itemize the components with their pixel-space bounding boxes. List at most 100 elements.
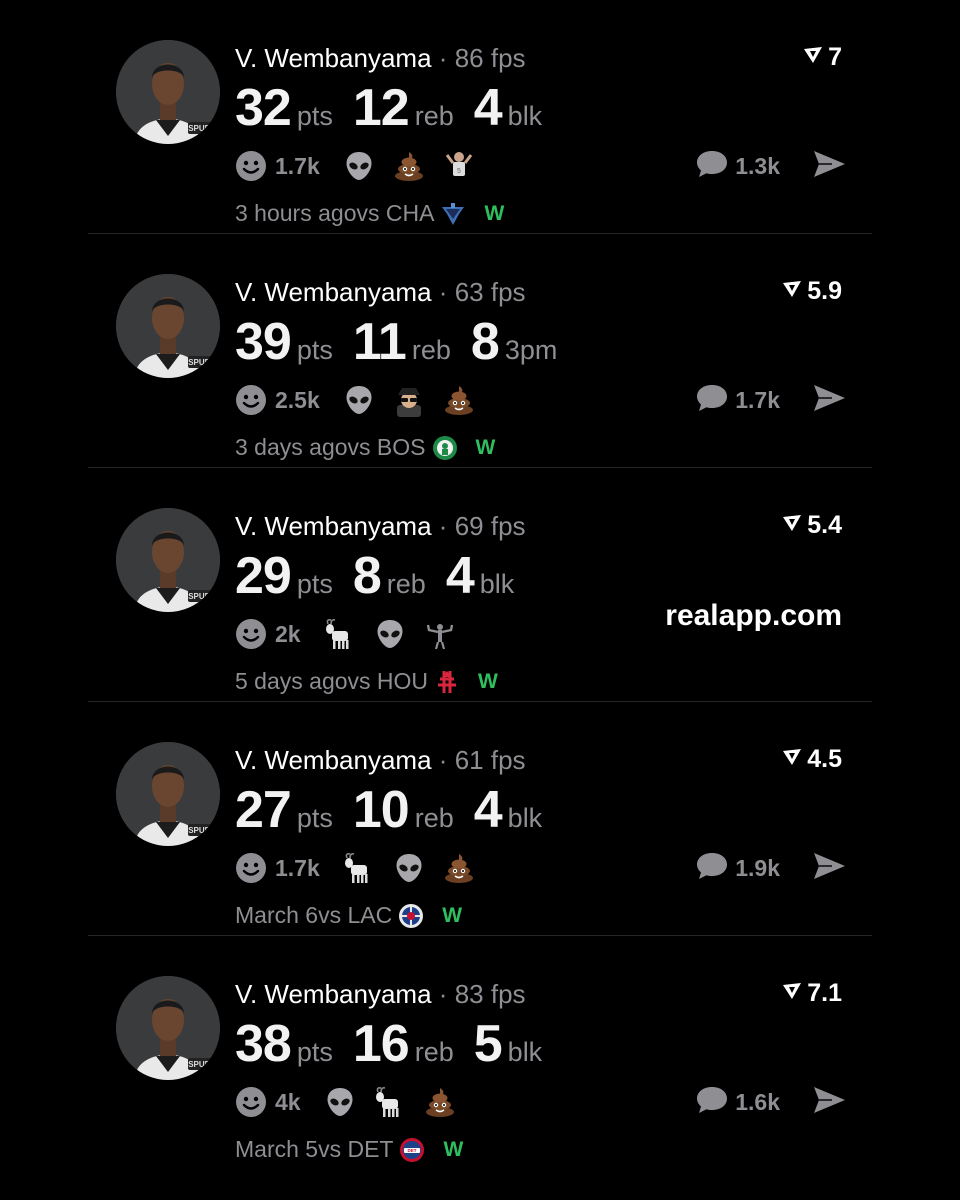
game-result: W xyxy=(443,1137,464,1161)
separator-dot: · xyxy=(438,745,448,775)
svg-text:SPURS: SPURS xyxy=(188,1060,216,1069)
game-meta: 3 hours ago vs CHA W xyxy=(235,200,504,227)
stat-value: 32 xyxy=(235,79,292,137)
comment-count[interactable]: 1.7k xyxy=(735,387,780,414)
stat-line: 29 pts 8 reb 4 blk xyxy=(235,546,534,606)
goat-emoji[interactable] xyxy=(342,851,376,885)
alien-emoji[interactable] xyxy=(323,1085,357,1119)
player-name[interactable]: V. Wembanyama xyxy=(235,43,432,73)
player-avatar[interactable]: SPURS xyxy=(116,274,220,378)
reaction-count[interactable]: 1.7k xyxy=(275,153,320,180)
game-result: W xyxy=(484,201,505,225)
post-time: 3 hours ago xyxy=(235,200,357,226)
stat-item: 8 reb xyxy=(353,546,426,606)
stat-item: 10 reb xyxy=(353,780,454,840)
add-reaction-icon[interactable] xyxy=(235,852,267,884)
add-reaction-icon[interactable] xyxy=(235,618,267,650)
stat-item: 39 pts xyxy=(235,312,333,372)
stat-value: 5 xyxy=(473,1015,503,1073)
player-name[interactable]: V. Wembanyama xyxy=(235,979,432,1009)
alien-emoji[interactable] xyxy=(342,383,376,417)
post-card[interactable]: SPURS V. Wembanyama · 63 fps 5.9 39 pts 11 re… xyxy=(88,234,872,468)
vote-score-value: 5.9 xyxy=(807,277,842,305)
player-avatar[interactable]: SPURS xyxy=(116,742,220,846)
comment-count[interactable]: 1.9k xyxy=(735,855,780,882)
alien-emoji[interactable] xyxy=(342,149,376,183)
stat-unit: pts xyxy=(296,569,333,599)
comment-icon[interactable] xyxy=(695,851,729,886)
stat-unit: blk xyxy=(507,1037,543,1067)
stat-item: 4 blk xyxy=(474,78,542,138)
vote-score[interactable]: 4.5 xyxy=(781,745,842,774)
stat-value: 38 xyxy=(235,1015,292,1073)
opponent: vs BOS xyxy=(347,434,426,460)
post-card[interactable]: SPURS V. Wembanyama · 83 fps 7.1 38 pts 16 re… xyxy=(88,936,872,1170)
goat-emoji[interactable] xyxy=(373,1085,407,1119)
comment-count[interactable]: 1.6k xyxy=(735,1089,780,1116)
stat-line: 32 pts 12 reb 4 blk xyxy=(235,78,562,138)
reactions-bar: 4k xyxy=(235,1085,473,1119)
game-result: W xyxy=(442,903,463,927)
post-card[interactable]: SPURS V. Wembanyama · 69 fps 5.4 29 pts 8 reb… xyxy=(88,468,872,702)
poop-emoji[interactable] xyxy=(442,383,476,417)
share-icon[interactable] xyxy=(812,1085,846,1120)
comment-share-group: 1.6k xyxy=(695,1085,846,1120)
post-time: March 5 xyxy=(235,1136,319,1162)
post-card[interactable]: SPURS V. Wembanyama · 86 fps 7 32 pts 12 reb 4… xyxy=(88,0,872,234)
reaction-count[interactable]: 2k xyxy=(275,621,301,648)
player-name[interactable]: V. Wembanyama xyxy=(235,277,432,307)
alien-emoji[interactable] xyxy=(392,851,426,885)
comment-icon[interactable] xyxy=(695,1085,729,1120)
svg-text:SPURS: SPURS xyxy=(188,826,216,835)
reaction-count[interactable]: 4k xyxy=(275,1089,301,1116)
comment-icon[interactable] xyxy=(695,383,729,418)
post-card[interactable]: SPURS V. Wembanyama · 61 fps 4.5 27 pts 10 re… xyxy=(88,702,872,936)
reactions-bar: 2.5k xyxy=(235,383,492,417)
promo-link[interactable]: realapp.com xyxy=(665,599,842,633)
stat-value: 4 xyxy=(473,781,503,839)
poop-emoji[interactable] xyxy=(423,1085,457,1119)
reaction-count[interactable]: 2.5k xyxy=(275,387,320,414)
reactions-bar: 2k xyxy=(235,617,473,651)
stat-unit: pts xyxy=(296,803,333,833)
poop-emoji[interactable] xyxy=(392,149,426,183)
vote-score[interactable]: 5.4 xyxy=(781,511,842,540)
share-icon[interactable] xyxy=(812,851,846,886)
player-emoji[interactable]: 5 xyxy=(442,149,476,183)
add-reaction-icon[interactable] xyxy=(235,1086,267,1118)
share-icon[interactable] xyxy=(812,149,846,184)
add-reaction-icon[interactable] xyxy=(235,150,267,182)
poop-emoji[interactable] xyxy=(442,851,476,885)
post-header: V. Wembanyama · 86 fps xyxy=(235,43,526,74)
flex-emoji[interactable] xyxy=(423,617,457,651)
alien-emoji[interactable] xyxy=(373,617,407,651)
reaction-count[interactable]: 1.7k xyxy=(275,855,320,882)
opponent: vs HOU xyxy=(347,668,429,694)
stat-item: 5 blk xyxy=(474,1014,542,1074)
vote-score-value: 7 xyxy=(828,43,842,71)
spy-emoji[interactable] xyxy=(392,383,426,417)
vote-score[interactable]: 5.9 xyxy=(781,277,842,306)
game-meta: March 6 vs LAC W xyxy=(235,902,462,929)
comment-icon[interactable] xyxy=(695,149,729,184)
player-avatar[interactable]: SPURS xyxy=(116,508,220,612)
player-name[interactable]: V. Wembanyama xyxy=(235,511,432,541)
post-header: V. Wembanyama · 69 fps xyxy=(235,511,526,542)
stat-item: 12 reb xyxy=(353,78,454,138)
vote-arrow-icon xyxy=(781,511,803,540)
share-icon[interactable] xyxy=(812,383,846,418)
vote-score[interactable]: 7.1 xyxy=(781,979,842,1008)
add-reaction-icon[interactable] xyxy=(235,384,267,416)
goat-emoji[interactable] xyxy=(323,617,357,651)
player-avatar[interactable]: SPURS xyxy=(116,40,220,144)
player-name[interactable]: V. Wembanyama xyxy=(235,745,432,775)
vote-score-value: 5.4 xyxy=(807,511,842,539)
post-time: 3 days ago xyxy=(235,434,348,460)
player-avatar[interactable]: SPURS xyxy=(116,976,220,1080)
rockets-logo-icon xyxy=(434,669,460,695)
vote-score[interactable]: 7 xyxy=(802,43,842,72)
svg-text:SPURS: SPURS xyxy=(188,358,216,367)
stat-line: 39 pts 11 reb 8 3pm xyxy=(235,312,577,372)
opponent: vs CHA xyxy=(356,200,435,226)
comment-count[interactable]: 1.3k xyxy=(735,153,780,180)
